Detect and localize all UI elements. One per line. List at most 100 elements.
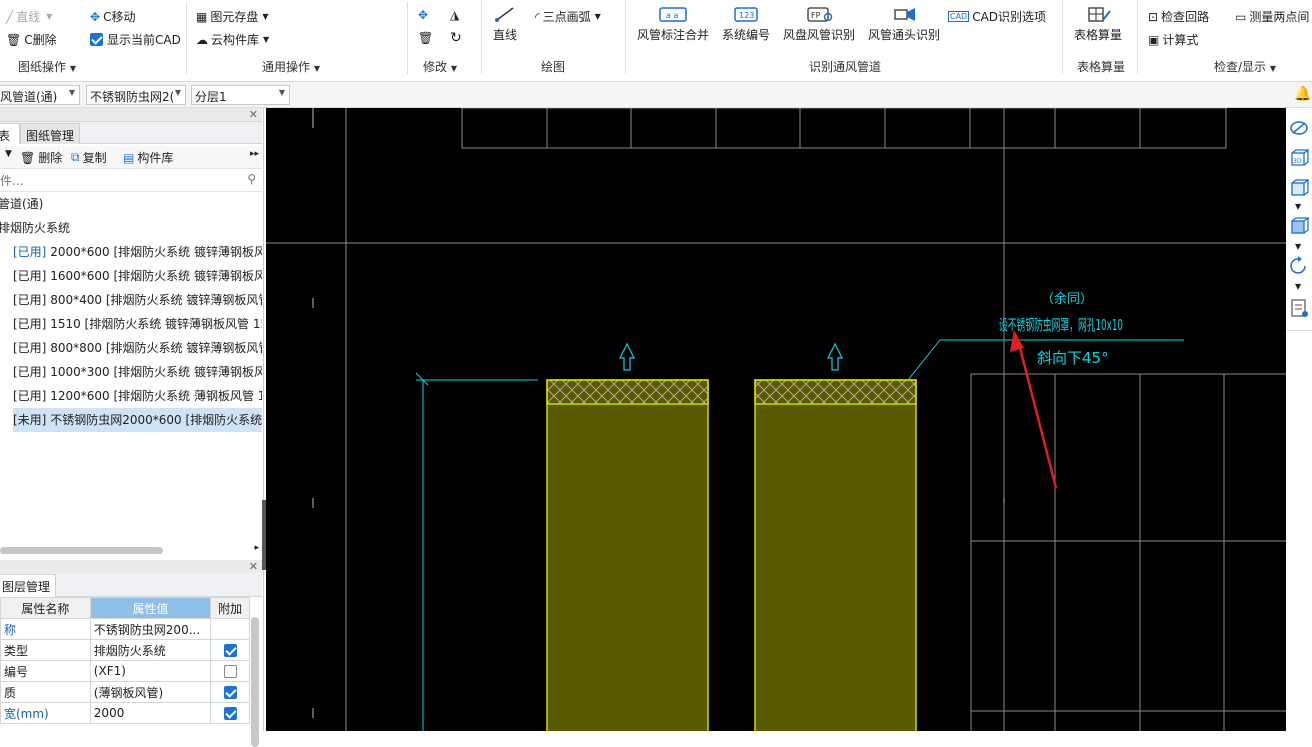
cad-options-button[interactable]: CAD CAD识别选项 (948, 8, 1046, 25)
tab-drawing-management[interactable]: 图纸管理 (20, 123, 81, 144)
chevron-down-icon[interactable]: ▼ (1295, 242, 1301, 251)
move-icon: ✥ (90, 9, 101, 24)
property-extra (210, 639, 250, 661)
category-combo[interactable]: 风管道(通) ▼ (0, 85, 80, 105)
c-delete-label: C删除 (24, 33, 57, 47)
table-row[interactable]: 质 (薄钢板风管) (0, 681, 250, 703)
tree-item[interactable]: [已用] 2000*600 [排烟防火系统 镀锌薄钢板风 (13, 240, 262, 264)
property-value[interactable]: 不锈钢防虫网200... (89, 618, 212, 640)
table-row[interactable]: 类型 排烟防火系统 (0, 639, 250, 661)
tree-root[interactable]: 管道(通) (0, 192, 260, 216)
separator (407, 2, 408, 74)
separator (1286, 330, 1312, 331)
c-move-button[interactable]: ✥ C移动 (90, 8, 135, 25)
tree-item[interactable]: [已用] 800*800 [排烟防火系统 镀锌薄钢板风管 (13, 336, 262, 360)
delete-component-button[interactable]: 🗑 删除 (20, 149, 62, 166)
properties-view-icon[interactable] (1289, 298, 1309, 318)
system-number-button[interactable]: 123 系统编号 (722, 0, 770, 43)
close-icon[interactable]: ✕ (249, 560, 258, 573)
check-loop-button[interactable]: ⊡ 检查回路 (1148, 8, 1209, 25)
move-tool-button[interactable]: ✥ (418, 8, 428, 22)
draw-line-button[interactable]: ╱ 直线 ▼ (6, 8, 52, 25)
tree-item[interactable]: [已用] 1510 [排烟防火系统 镀锌薄钢板风管 15 (13, 312, 262, 336)
tree-item[interactable]: [已用] 1200*600 [排烟防火系统 薄钢板风管 12 (13, 384, 262, 408)
orbit-icon[interactable] (1289, 118, 1309, 138)
tree-item[interactable]: [已用] 1600*600 [排烟防火系统 镀锌薄钢板风 (13, 264, 262, 288)
property-name: 编号 (0, 660, 91, 682)
arc-label: 三点画弧 (542, 10, 591, 24)
checkbox-checked[interactable] (223, 707, 237, 720)
duct-left[interactable] (546, 379, 709, 731)
save-element-button[interactable]: ▦ 图元存盘 ▼ (196, 8, 269, 25)
cube-view-icon[interactable] (1289, 178, 1309, 198)
merge-annotation-button[interactable]: a a 风管标注合并 (637, 0, 709, 43)
table-calc-button[interactable]: 表格算量 (1074, 0, 1122, 43)
property-name: 质 (0, 681, 91, 703)
vertical-scrollbar[interactable] (251, 617, 259, 747)
chevron-down-icon[interactable]: ▼ (1295, 282, 1301, 291)
component-combo[interactable]: 不锈钢防虫网2(▼ (86, 85, 186, 105)
search-icon[interactable]: ⚲ (247, 172, 256, 186)
tree-item-selected[interactable]: [未用] 不锈钢防虫网2000*600 [排烟防火系统 (13, 408, 262, 432)
chevron-down-icon[interactable]: ▼ (1295, 202, 1301, 211)
scroll-right-icon[interactable]: ▸ (254, 543, 259, 553)
table-row[interactable]: 宽(mm) 2000 (0, 702, 250, 724)
panel-header: ✕ (0, 108, 262, 122)
fitting-identify-button[interactable]: 风管通头识别 (868, 0, 940, 43)
property-value[interactable]: 排烟防火系统 (89, 639, 212, 661)
more-icon[interactable]: ▸▸ (250, 149, 259, 159)
search-input[interactable] (0, 172, 236, 190)
layer-combo[interactable]: 分层1 ▼ (191, 85, 290, 105)
3d-view-icon[interactable]: 3D (1289, 148, 1309, 168)
mirror-button[interactable]: ◮ (450, 8, 459, 22)
rotate-button[interactable]: ↻ (450, 30, 462, 46)
cloud-library-button[interactable]: ☁ 云构件库 ▼ (196, 31, 269, 48)
three-point-arc-button[interactable]: ◜ 三点画弧 ▼ (535, 8, 601, 25)
tree-item[interactable]: [已用] 800*400 [排烟防火系统 镀锌薄钢板风管 (13, 288, 262, 312)
header-property-name: 属性名称 (0, 597, 91, 619)
table-row[interactable]: 称不锈钢防虫网200... (0, 618, 250, 640)
selector-bar: 风管道(通) ▼ 不锈钢防虫网2(▼ 分层1 ▼ 🔔 (0, 82, 1312, 108)
note-line-3: 斜向下45° (1037, 349, 1109, 367)
tree-item[interactable]: [已用] 1000*300 [排烟防火系统 镀锌薄钢板风 (13, 360, 262, 384)
view-toolbar: 3D ▼ ▼ ▼ (1286, 108, 1312, 731)
group-label-table: 表格算量 (1077, 60, 1126, 74)
panel-tabs: 表 图纸管理 (0, 122, 262, 144)
property-value[interactable]: (薄钢板风管) (89, 681, 212, 703)
scrollbar-thumb[interactable] (0, 547, 163, 554)
c-delete-button[interactable]: 🗑 C删除 (6, 31, 57, 48)
rotate-icon[interactable] (1289, 256, 1309, 276)
property-name: 称 (0, 618, 91, 640)
tree-system-node[interactable]: 排烟防火系统 (0, 216, 260, 240)
checkbox-unchecked[interactable] (223, 665, 237, 678)
checkbox-checked[interactable] (223, 686, 237, 699)
box-view-icon[interactable] (1289, 216, 1309, 236)
horizontal-scrollbar[interactable]: ▸ (0, 543, 262, 556)
fp-identify-button[interactable]: FP 风盘风管识别 (783, 0, 855, 43)
cad-drawing[interactable]: （余同） 设不锈钢防虫网罩，网孔10x10 斜向下45° (266, 108, 1286, 731)
chevron-down-icon: ▼ (174, 88, 181, 97)
fp-identify-label: 风盘风管识别 (783, 28, 856, 42)
close-icon[interactable]: ✕ (249, 108, 258, 121)
bell-icon[interactable]: 🔔 (1294, 86, 1311, 102)
component-library-button[interactable]: ▤ 构件库 (123, 149, 173, 166)
duct-right[interactable] (754, 379, 917, 731)
table-row[interactable]: 编号 (XF1) (0, 660, 250, 682)
tab-layer-management[interactable]: 图层管理 (0, 574, 56, 597)
show-cad-checkbox[interactable]: 显示当前CAD (90, 31, 181, 48)
formula-button[interactable]: ▣ 计算式 (1148, 31, 1198, 48)
property-extra (210, 702, 250, 724)
merge-label: 风管标注合并 (637, 28, 710, 42)
delete-tool-button[interactable]: 🗑 (418, 31, 433, 45)
property-value[interactable]: (XF1) (89, 660, 212, 682)
tab-component-list[interactable]: 表 (0, 123, 20, 144)
measure-button[interactable]: ▭ 测量两点间 (1235, 8, 1309, 25)
checkbox-checked[interactable] (223, 644, 237, 657)
separator (1062, 2, 1063, 74)
draw-line-big-button[interactable]: 直线 (493, 0, 517, 43)
copy-icon: ⧉ (71, 150, 80, 164)
copy-component-button[interactable]: ⧉ 复制 (71, 149, 107, 166)
cad-canvas[interactable]: （余同） 设不锈钢防虫网罩，网孔10x10 斜向下45° (266, 108, 1286, 731)
property-value[interactable]: 2000 (89, 702, 212, 724)
chevron-down-icon[interactable]: ▼ (5, 149, 12, 159)
